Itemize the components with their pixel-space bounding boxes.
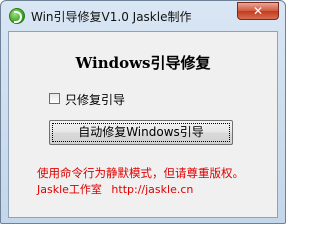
client-area: Windows引导修复 只修复引导 自动修复Windows引导 使用命令行为静默… [8,31,278,218]
repair-boot-only-label[interactable]: 只修复引导 [65,91,125,108]
close-button[interactable]: ✕ [237,2,279,20]
window-title: Win引导修复V1.0 Jaskle制作 [31,10,192,24]
repair-boot-only-checkbox[interactable] [49,93,60,104]
studio-name: Jaskle工作室 [37,183,102,196]
app-icon [9,8,25,24]
focus-ring [52,123,230,142]
auto-fix-button[interactable]: 自动修复Windows引导 [49,120,233,145]
app-window: Win引导修复V1.0 Jaskle制作 ✕ Windows引导修复 只修复引导… [0,0,286,224]
footer: Jaskle工作室 http://jaskle.cn [37,181,193,197]
title-bar[interactable]: Win引导修复V1.0 Jaskle制作 ✕ [1,1,285,31]
page-title: Windows引导修复 [75,54,211,72]
website-link[interactable]: http://jaskle.cn [111,183,193,196]
warning-text: 使用命令行为静默模式，但请尊重版权。 [37,166,244,180]
